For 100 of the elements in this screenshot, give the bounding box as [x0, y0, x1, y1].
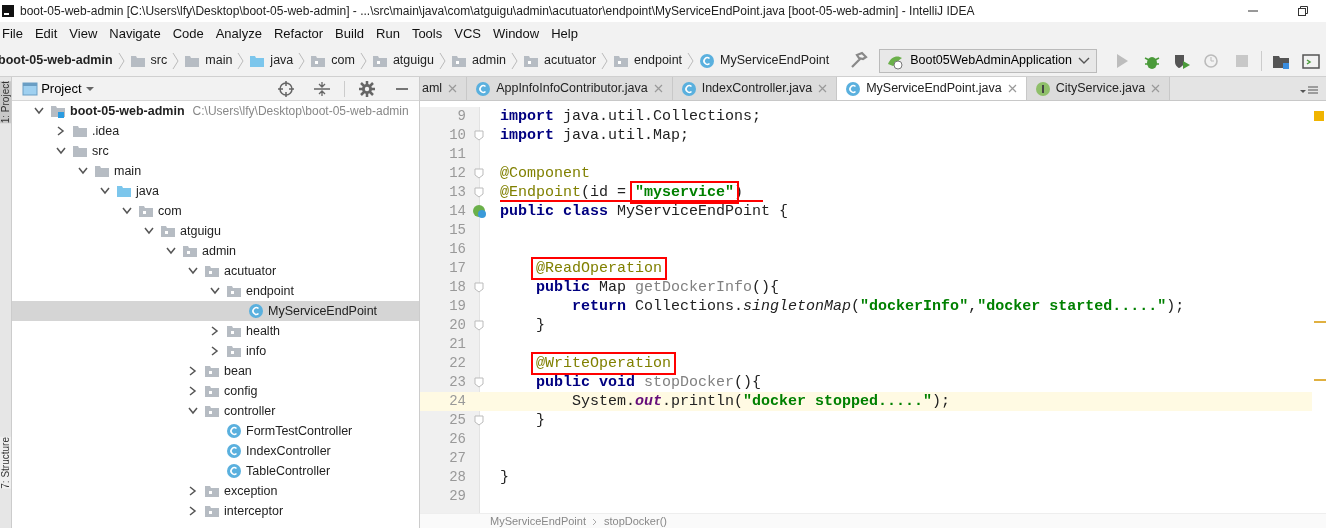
tree-item[interactable]: interceptor — [12, 501, 419, 521]
editor-tab[interactable]: MyServiceEndPoint.java — [837, 77, 1027, 100]
breadcrumb-item[interactable]: acutuator — [519, 51, 601, 70]
editor-tab[interactable]: IndexController.java — [672, 77, 838, 100]
breadcrumb-item[interactable]: atguigu — [367, 51, 438, 70]
editor-tab[interactable]: aml — [420, 77, 468, 100]
tree-item[interactable]: admin — [12, 241, 419, 261]
line-number: 10 — [448, 126, 467, 145]
editor-tab[interactable]: AppInfoInfoContributor.java — [467, 77, 673, 100]
package-icon — [204, 483, 220, 499]
terminal-icon[interactable] — [1301, 51, 1320, 70]
chevron-down-icon[interactable] — [210, 287, 220, 295]
tree-item[interactable]: com — [12, 201, 419, 221]
code-line: import java.util.Map; — [500, 128, 690, 143]
caret-icon — [1077, 56, 1090, 65]
chevron-down-icon[interactable] — [166, 247, 176, 255]
window-icon — [22, 80, 38, 97]
line-number: 9 — [456, 107, 467, 126]
tree-item[interactable]: MyServiceEndPoint — [12, 301, 419, 321]
chevron-down-icon[interactable] — [188, 267, 198, 275]
tree-item[interactable]: TableController — [12, 461, 419, 481]
folder-icon — [116, 183, 132, 199]
folder-icon — [94, 163, 110, 179]
chevron-icon — [171, 50, 181, 71]
breadcrumb-item[interactable]: MyServiceEndPoint — [490, 514, 586, 528]
class-icon — [248, 303, 264, 319]
editor-tab[interactable]: CityService.java — [1026, 77, 1171, 100]
tree-item[interactable]: .idea — [12, 121, 419, 141]
chevron-right-icon[interactable] — [57, 126, 65, 136]
menu-item[interactable]: Window — [486, 23, 546, 44]
chevron-down-icon[interactable] — [78, 167, 88, 175]
bean-icon[interactable] — [471, 204, 487, 219]
breadcrumb-item[interactable]: endpoint — [609, 51, 687, 70]
tool-window-tab[interactable]: 7: Structure — [0, 437, 11, 489]
tree-item[interactable]: bean — [12, 361, 419, 381]
menu-item[interactable]: Run — [370, 23, 406, 44]
chevron-down-icon[interactable] — [144, 227, 154, 235]
chevron-down-icon[interactable] — [34, 107, 44, 115]
tool-window-tab[interactable]: 1: Project — [0, 81, 11, 124]
package-icon — [226, 283, 242, 299]
close-icon[interactable] — [1006, 83, 1018, 94]
target-icon[interactable] — [278, 80, 294, 97]
menu-item[interactable]: Edit — [28, 23, 64, 44]
module-name: boot-05-web-admin — [70, 102, 185, 120]
menu-item[interactable]: Tools — [405, 23, 449, 44]
tree-item[interactable]: java — [12, 181, 419, 201]
restore-icon[interactable] — [1298, 6, 1308, 16]
run-config-dropdown[interactable]: Boot05WebAdminApplication — [879, 48, 1097, 73]
tree-item[interactable]: endpoint — [12, 281, 419, 301]
breadcrumb-item[interactable]: java — [245, 51, 298, 70]
menu-item[interactable]: Code — [166, 23, 210, 44]
line-number: 27 — [448, 449, 467, 468]
chevron-down-icon[interactable] — [100, 187, 110, 195]
breadcrumb-item[interactable]: main — [180, 51, 237, 70]
code-line: } — [535, 413, 545, 428]
collapse-icon[interactable] — [314, 80, 330, 97]
chevron-icon — [437, 50, 447, 71]
breadcrumb-item[interactable]: admin — [446, 51, 510, 70]
line-number: 29 — [448, 487, 467, 506]
line-number: 15 — [448, 221, 467, 240]
menu-item[interactable]: Build — [329, 23, 370, 44]
tree-item[interactable]: info — [12, 341, 419, 361]
tree-item[interactable]: controller — [12, 401, 419, 421]
package-icon — [226, 343, 242, 359]
package-icon — [160, 223, 176, 239]
breadcrumb-item[interactable]: stopDocker() — [604, 514, 667, 528]
menu-item[interactable]: View — [63, 23, 104, 44]
tree-item[interactable]: boot-05-web-admin C:\Users\lfy\Desktop\boot-05-web-admin — [12, 101, 419, 121]
breadcrumb-item[interactable]: MyServiceEndPoint — [695, 51, 834, 70]
interface-icon — [1034, 80, 1051, 97]
tree-item[interactable]: acutuator — [12, 261, 419, 281]
breadcrumb-item[interactable]: com — [306, 51, 359, 70]
line-number: 13 — [448, 183, 467, 202]
menu-item[interactable]: VCS — [448, 23, 487, 44]
chevron-icon — [510, 50, 519, 71]
code-line: @Component — [500, 166, 590, 181]
settings-icon[interactable] — [359, 80, 375, 97]
class-icon — [226, 463, 242, 479]
class-icon — [226, 423, 242, 439]
breadcrumb-item[interactable]: src — [125, 51, 172, 70]
tree-item[interactable]: atguigu — [12, 221, 419, 241]
chevron-down-icon[interactable] — [122, 207, 132, 215]
chevron-down-icon[interactable] — [188, 407, 198, 415]
chevron-down-icon[interactable] — [56, 147, 66, 155]
menu-item[interactable]: Navigate — [103, 23, 167, 44]
tree-item[interactable]: src — [12, 141, 419, 161]
project-view-dropdown[interactable]: Project — [22, 78, 95, 99]
tree-item[interactable]: main — [12, 161, 419, 181]
tree-item[interactable]: health — [12, 321, 419, 341]
package-icon — [204, 363, 220, 379]
menu-item[interactable]: Analyze — [209, 23, 268, 44]
tree-item[interactable]: FormTestController — [12, 421, 419, 441]
tree-item[interactable]: config — [12, 381, 419, 401]
menu-item[interactable]: File — [0, 23, 29, 44]
window-title: boot-05-web-admin [C:\Users\lfy\Desktop\boot-05-web-admin] - ...\src\main\java\com\atguigu\admin\acutuator\endpoint\MyServiceEndPoint.java [boot-05-web-admin] - IntelliJ IDEA — [20, 3, 976, 20]
folder-icon — [72, 123, 88, 139]
tree-item[interactable]: IndexController — [12, 441, 419, 461]
menu-item[interactable]: Refactor — [267, 23, 330, 44]
tree-item[interactable]: exception — [12, 481, 419, 501]
menu-item[interactable]: Help — [545, 23, 584, 44]
